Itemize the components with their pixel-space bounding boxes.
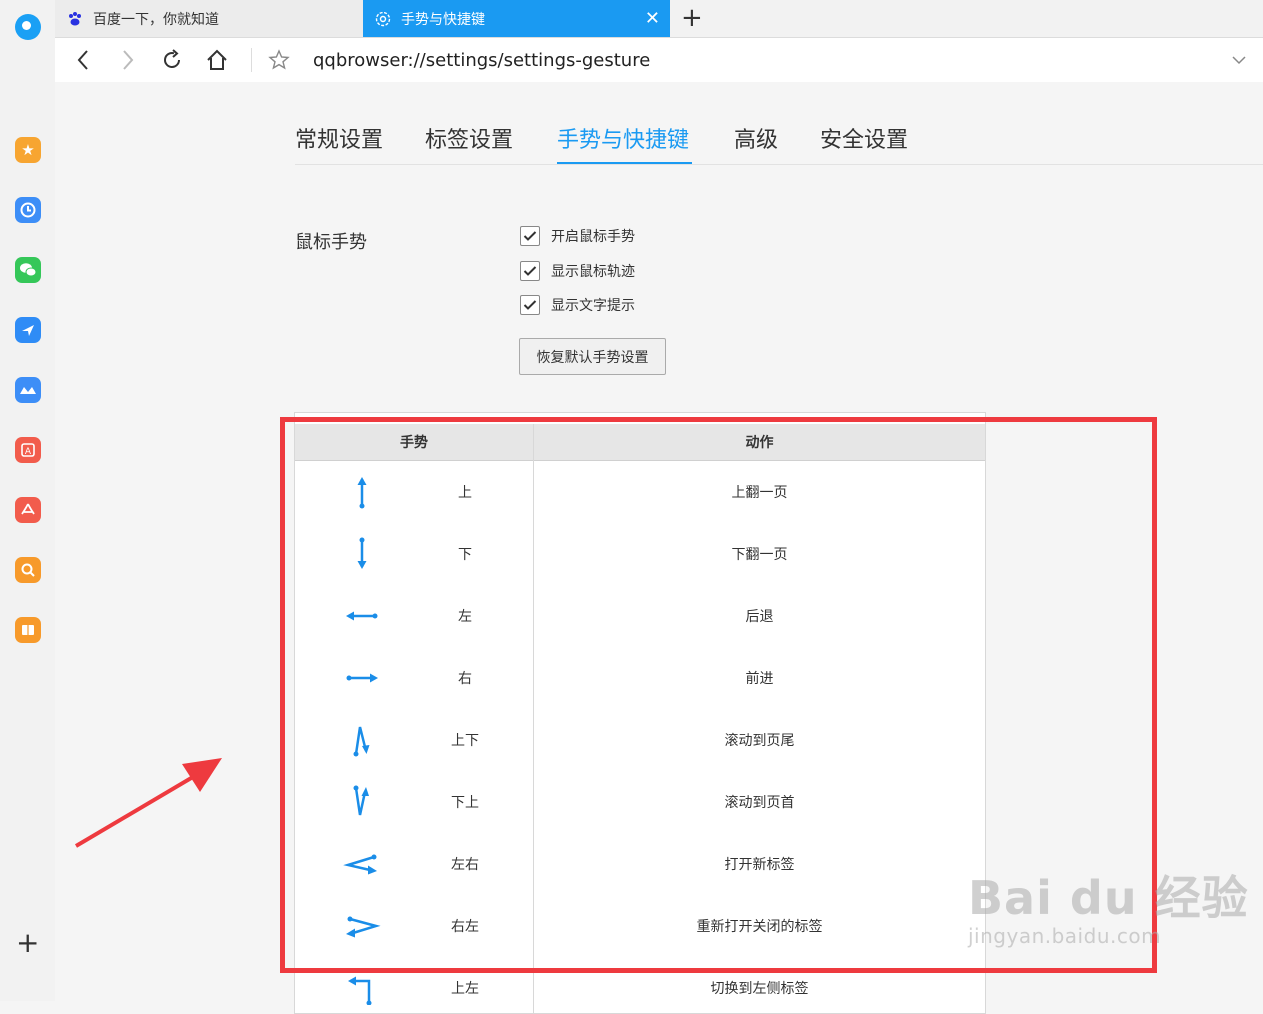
back-icon[interactable] bbox=[69, 46, 97, 74]
wechat-icon[interactable] bbox=[15, 257, 41, 283]
qq-browser-logo-icon[interactable] bbox=[15, 14, 41, 40]
address-separator bbox=[251, 48, 252, 72]
tab-advanced[interactable]: 高级 bbox=[734, 122, 778, 154]
baidu-paw-icon bbox=[66, 10, 84, 28]
baidu-jingyan-watermark: Bai du 经验 jingyan.baidu.com bbox=[968, 862, 1249, 948]
checkbox-checked-icon[interactable] bbox=[520, 295, 540, 315]
watermark-logo-text: Bai du 经验 bbox=[968, 871, 1249, 925]
close-tab-icon[interactable]: ✕ bbox=[645, 8, 660, 29]
clock-icon[interactable] bbox=[15, 197, 41, 223]
tab-baidu[interactable]: 百度一下，你就知道 bbox=[55, 0, 364, 37]
tab-title: 百度一下，你就知道 bbox=[93, 11, 219, 28]
reset-gesture-button[interactable]: 恢复默认手势设置 bbox=[519, 338, 666, 375]
checkbox-checked-icon[interactable] bbox=[520, 226, 540, 246]
option-label: 显示鼠标轨迹 bbox=[551, 264, 635, 280]
navigation-bar: qqbrowser://settings/settings-gesture bbox=[55, 38, 1263, 82]
left-sidebar: ★ A + bbox=[0, 0, 55, 1001]
address-dropdown-chevron-icon[interactable] bbox=[1225, 46, 1253, 74]
option-label: 显示文字提示 bbox=[551, 298, 635, 314]
translate-icon[interactable]: A bbox=[15, 437, 41, 463]
send-icon[interactable] bbox=[15, 317, 41, 343]
reload-icon[interactable] bbox=[158, 46, 186, 74]
book-icon[interactable] bbox=[15, 617, 41, 643]
tab-gesture-settings[interactable]: 手势与快捷键 ✕ bbox=[363, 0, 670, 37]
checkbox-checked-icon[interactable] bbox=[520, 261, 540, 281]
enable-mouse-gesture-option[interactable]: 开启鼠标手势 bbox=[520, 226, 635, 246]
tab-tab-settings[interactable]: 标签设置 bbox=[425, 122, 513, 154]
tab-gesture-shortcuts[interactable]: 手势与快捷键 bbox=[557, 122, 689, 154]
search-icon[interactable] bbox=[15, 557, 41, 583]
cloud-drive-icon[interactable] bbox=[15, 377, 41, 403]
tab-security-settings[interactable]: 安全设置 bbox=[820, 122, 908, 154]
up-left-gesture-icon bbox=[348, 976, 372, 1005]
show-mouse-trail-option[interactable]: 显示鼠标轨迹 bbox=[520, 261, 635, 281]
option-label: 开启鼠标手势 bbox=[551, 229, 635, 245]
star-icon[interactable]: ★ bbox=[15, 137, 41, 163]
settings-gear-icon bbox=[374, 10, 392, 28]
svg-text:A: A bbox=[25, 447, 32, 457]
active-tab-underline bbox=[557, 162, 692, 164]
tab-title: 手势与快捷键 bbox=[401, 11, 485, 28]
forward-icon[interactable] bbox=[114, 46, 142, 74]
show-text-hint-option[interactable]: 显示文字提示 bbox=[520, 295, 635, 315]
tab-general-settings[interactable]: 常规设置 bbox=[295, 122, 383, 154]
pdf-icon[interactable] bbox=[15, 497, 41, 523]
settings-tabs: 常规设置 标签设置 手势与快捷键 高级 安全设置 bbox=[295, 82, 1263, 165]
annotation-arrow-icon bbox=[74, 758, 222, 848]
bookmark-star-icon[interactable] bbox=[265, 46, 293, 74]
new-tab-icon[interactable]: + bbox=[681, 4, 703, 32]
tab-bar: 百度一下，你就知道 手势与快捷键 ✕ + bbox=[55, 0, 1263, 38]
home-icon[interactable] bbox=[203, 46, 231, 74]
mouse-gesture-label: 鼠标手势 bbox=[295, 232, 367, 253]
add-sidebar-item-icon[interactable]: + bbox=[16, 929, 39, 957]
address-bar[interactable]: qqbrowser://settings/settings-gesture bbox=[313, 50, 650, 71]
